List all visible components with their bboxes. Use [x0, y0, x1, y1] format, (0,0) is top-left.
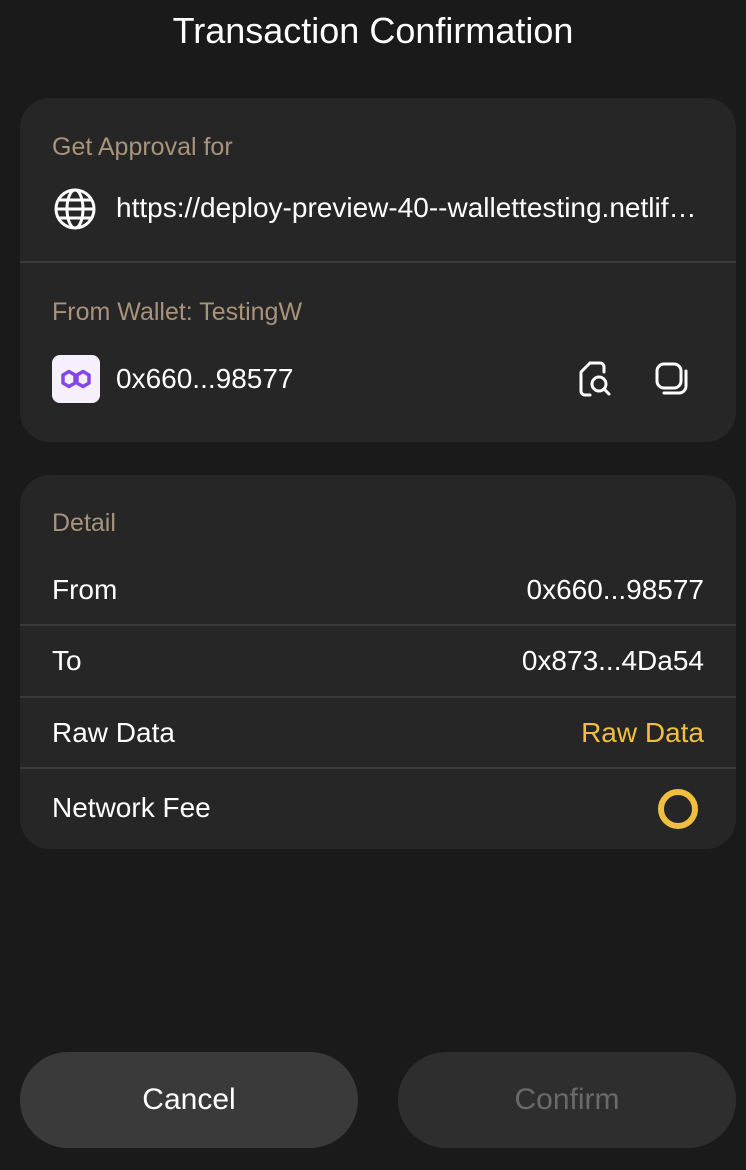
- raw-data-link[interactable]: Raw Data: [581, 716, 704, 750]
- dapp-url: https://deploy-preview-40--wallettesting…: [116, 192, 708, 223]
- approval-card: Get Approval for https://deploy-preview-…: [20, 98, 736, 442]
- document-search-icon[interactable]: [574, 359, 614, 399]
- divider: [20, 767, 736, 769]
- cancel-button[interactable]: Cancel: [20, 1052, 358, 1148]
- raw-data-label: Raw Data: [52, 717, 175, 748]
- divider: [20, 696, 736, 698]
- wallet-address: 0x660...98577: [116, 363, 294, 394]
- divider: [20, 261, 736, 263]
- detail-card: Detail From 0x660...98577 To 0x873...4Da…: [20, 475, 736, 849]
- network-fee-label: Network Fee: [52, 792, 211, 823]
- page-title: Transaction Confirmation: [172, 10, 574, 51]
- approval-label: Get Approval for: [52, 133, 233, 161]
- to-label: To: [52, 645, 82, 676]
- polygon-logo-icon: [52, 355, 100, 403]
- from-label: From: [52, 574, 118, 605]
- globe-icon: [54, 188, 96, 230]
- from-address: 0x660...98577: [526, 574, 705, 605]
- detail-label: Detail: [52, 509, 116, 537]
- copy-icon[interactable]: [652, 359, 692, 399]
- wallet-label: From Wallet: TestingW: [52, 298, 303, 326]
- confirm-button[interactable]: Confirm: [398, 1052, 736, 1148]
- loading-spinner-icon: [658, 789, 698, 829]
- divider: [20, 624, 736, 626]
- to-address: 0x873...4Da54: [521, 645, 704, 676]
